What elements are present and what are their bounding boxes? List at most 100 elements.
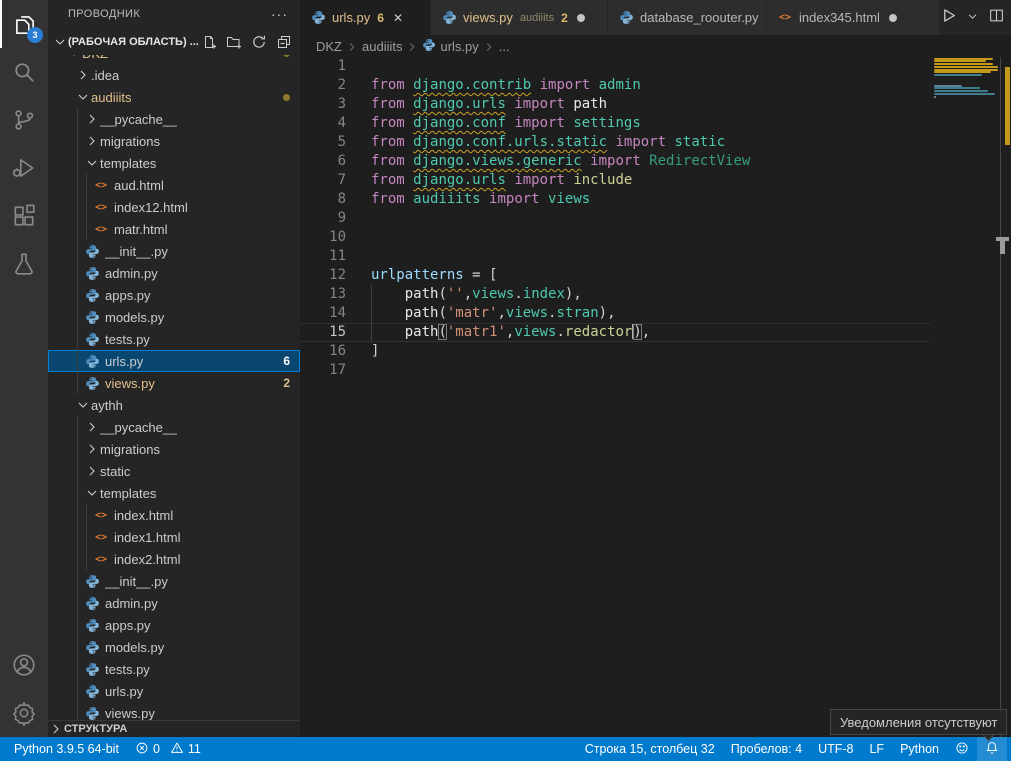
tree-item-apps-py[interactable]: apps.py bbox=[48, 614, 300, 636]
tree-item-apps-py[interactable]: apps.py bbox=[48, 284, 300, 306]
testing-activity-button[interactable] bbox=[0, 240, 48, 288]
line-number: 4 bbox=[300, 114, 346, 133]
tree-item--init-py[interactable]: __init__.py bbox=[48, 240, 300, 262]
chevron-right-icon bbox=[84, 441, 100, 457]
tab-index345-html[interactable]: <>index345.html bbox=[767, 0, 939, 35]
tree-item-admin-py[interactable]: admin.py bbox=[48, 592, 300, 614]
tree-item-templates[interactable]: templates bbox=[48, 482, 300, 504]
tree-item-label: apps.py bbox=[105, 618, 151, 633]
code-editor[interactable]: 12from django.contrib import admin3from … bbox=[300, 57, 1011, 737]
tree-item-templates[interactable]: templates bbox=[48, 152, 300, 174]
settings-button[interactable] bbox=[0, 689, 48, 737]
code-line-5[interactable]: 5from django.conf.urls.static import sta… bbox=[300, 133, 930, 152]
tree-item--pycache-[interactable]: __pycache__ bbox=[48, 108, 300, 130]
minimap-line bbox=[934, 63, 993, 65]
workspace-section-header[interactable]: (РАБОЧАЯ ОБЛАСТЬ) ... bbox=[48, 28, 300, 55]
html-file-icon: <> bbox=[93, 507, 109, 523]
status-feedback[interactable] bbox=[947, 737, 977, 761]
tree-item-views-py[interactable]: views.py2 bbox=[48, 372, 300, 394]
minimap-line bbox=[934, 71, 991, 73]
line-number: 1 bbox=[300, 57, 346, 76]
tab-urls-py[interactable]: urls.py6✕ bbox=[300, 0, 430, 35]
accounts-button[interactable] bbox=[0, 641, 48, 689]
breadcrumb-item[interactable]: DKZ bbox=[316, 39, 342, 54]
python-file-icon bbox=[84, 683, 100, 699]
collapse-all-icon[interactable] bbox=[276, 34, 292, 50]
status-bar-right: Строка 15, столбец 32Пробелов: 4UTF-8LFP… bbox=[577, 737, 1011, 761]
code-line-11[interactable]: 11 bbox=[300, 247, 930, 266]
code-line-6[interactable]: 6from django.views.generic import Redire… bbox=[300, 152, 930, 171]
modified-dot[interactable] bbox=[577, 14, 585, 22]
code-line-10[interactable]: 10 bbox=[300, 228, 930, 247]
tree-item--idea[interactable]: .idea bbox=[48, 64, 300, 86]
code-line-3[interactable]: 3from django.urls import path bbox=[300, 95, 930, 114]
tree-item-tests-py[interactable]: tests.py bbox=[48, 328, 300, 350]
code-line-16[interactable]: 16] bbox=[300, 342, 930, 361]
tree-item-urls-py[interactable]: urls.py6 bbox=[48, 350, 300, 372]
chevron-down-icon[interactable] bbox=[967, 9, 978, 27]
explorer-activity-button[interactable]: 3 bbox=[0, 0, 48, 48]
activity-bar-items: 3 bbox=[0, 0, 48, 288]
close-icon[interactable]: ✕ bbox=[393, 11, 403, 25]
tree-item-audiiits[interactable]: audiiits bbox=[48, 86, 300, 108]
status-encoding[interactable]: UTF-8 bbox=[810, 737, 861, 761]
source-control-activity-button[interactable] bbox=[0, 96, 48, 144]
code-line-7[interactable]: 7from django.urls import include bbox=[300, 171, 930, 190]
overview-ruler[interactable] bbox=[1000, 57, 1011, 737]
code-line-14[interactable]: 14 path('matr',views.stran), bbox=[300, 304, 930, 323]
code-line-15[interactable]: 15 path('matr1',views.redactor), bbox=[300, 323, 930, 342]
new-file-icon[interactable] bbox=[201, 34, 217, 50]
search-activity-button[interactable] bbox=[0, 48, 48, 96]
tree-item-label: __pycache__ bbox=[100, 420, 177, 435]
status-notifications[interactable] bbox=[977, 737, 1007, 761]
split-editor-button[interactable] bbox=[988, 7, 1005, 29]
breadcrumb-item[interactable]: audiiits bbox=[362, 39, 402, 54]
code-line-13[interactable]: 13 path('',views.index), bbox=[300, 285, 930, 304]
status-problems[interactable]: 011 bbox=[127, 737, 209, 761]
tree-item-views-py[interactable]: views.py bbox=[48, 702, 300, 720]
tree-item-label: tests.py bbox=[105, 332, 150, 347]
status-cursor-position[interactable]: Строка 15, столбец 32 bbox=[577, 737, 723, 761]
tab-database-roouter-py[interactable]: database_roouter.py bbox=[608, 0, 766, 35]
code-line-8[interactable]: 8from audiiits import views bbox=[300, 190, 930, 209]
code-line-17[interactable]: 17 bbox=[300, 361, 930, 380]
status-eol[interactable]: LF bbox=[861, 737, 892, 761]
tab-views-py[interactable]: views.pyaudiiits2 bbox=[431, 0, 607, 35]
code-line-1[interactable]: 1 bbox=[300, 57, 930, 76]
sidebar-more-actions-icon[interactable]: ··· bbox=[271, 9, 288, 19]
status-python-interpreter[interactable]: Python 3.9.5 64-bit bbox=[6, 737, 127, 761]
new-folder-icon[interactable] bbox=[226, 34, 242, 50]
refresh-icon[interactable] bbox=[251, 34, 267, 50]
modified-dot[interactable] bbox=[889, 14, 897, 22]
notifications-tooltip: Уведомления отсутствуют bbox=[830, 709, 1007, 735]
chevron-right-icon bbox=[84, 419, 100, 435]
code-line-2[interactable]: 2from django.contrib import admin bbox=[300, 76, 930, 95]
minimap-line bbox=[934, 85, 962, 87]
status-indentation[interactable]: Пробелов: 4 bbox=[723, 737, 810, 761]
run-and-debug-activity-button[interactable] bbox=[0, 144, 48, 192]
tree-item-aythh[interactable]: aythh bbox=[48, 394, 300, 416]
breadcrumb-item[interactable]: ... bbox=[499, 39, 510, 54]
outline-section-header[interactable]: СТРУКТУРА bbox=[48, 720, 300, 737]
status-language-mode[interactable]: Python bbox=[892, 737, 947, 761]
tree-item-static[interactable]: static bbox=[48, 460, 300, 482]
tree-item-dkz[interactable]: DKZ bbox=[48, 55, 300, 64]
tree-item--pycache-[interactable]: __pycache__ bbox=[48, 416, 300, 438]
tree-item-models-py[interactable]: models.py bbox=[48, 636, 300, 658]
line-number: 17 bbox=[300, 361, 346, 380]
code-line-4[interactable]: 4from django.conf import settings bbox=[300, 114, 930, 133]
tree-item--init-py[interactable]: __init__.py bbox=[48, 570, 300, 592]
code-line-12[interactable]: 12urlpatterns = [ bbox=[300, 266, 930, 285]
tree-item-models-py[interactable]: models.py bbox=[48, 306, 300, 328]
tree-item-migrations[interactable]: migrations bbox=[48, 130, 300, 152]
extensions-activity-button[interactable] bbox=[0, 192, 48, 240]
code-line-9[interactable]: 9 bbox=[300, 209, 930, 228]
tree-item-label: __pycache__ bbox=[100, 112, 177, 127]
tree-item-admin-py[interactable]: admin.py bbox=[48, 262, 300, 284]
tree-item-urls-py[interactable]: urls.py bbox=[48, 680, 300, 702]
tree-item-migrations[interactable]: migrations bbox=[48, 438, 300, 460]
run-button[interactable] bbox=[940, 7, 957, 29]
breadcrumb-item[interactable]: urls.py bbox=[422, 38, 478, 55]
tree-item-tests-py[interactable]: tests.py bbox=[48, 658, 300, 680]
minimap[interactable] bbox=[932, 57, 1000, 737]
